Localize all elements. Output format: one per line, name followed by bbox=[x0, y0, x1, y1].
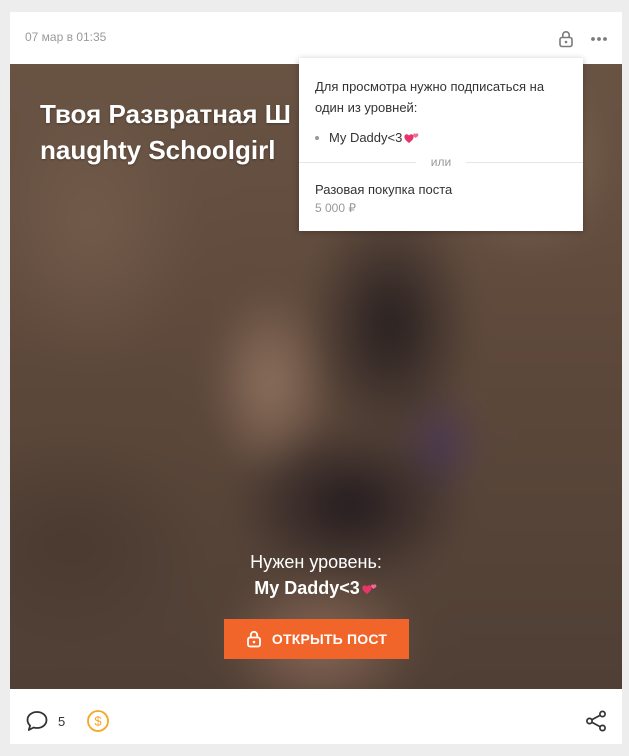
popup-message: Для просмотра нужно подписаться на один … bbox=[315, 79, 545, 115]
svg-text:$: $ bbox=[94, 714, 102, 729]
subscription-popup: Для просмотра нужно подписаться на один … bbox=[299, 58, 583, 231]
lock-icon bbox=[246, 630, 261, 648]
popup-level-label: My Daddy<3 bbox=[329, 130, 403, 145]
required-level: My Daddy<3 bbox=[10, 578, 622, 599]
comment-icon[interactable] bbox=[24, 709, 50, 733]
post-header: 07 мар в 01:35 bbox=[10, 12, 622, 64]
two-hearts-icon bbox=[404, 131, 420, 145]
comments-count: 5 bbox=[58, 714, 66, 729]
two-hearts-icon bbox=[362, 580, 378, 594]
need-level-label: Нужен уровень: bbox=[250, 552, 382, 572]
share-icon[interactable] bbox=[584, 709, 608, 733]
post-date: 07 мар в 01:35 bbox=[25, 30, 107, 44]
more-options-icon[interactable] bbox=[588, 29, 610, 49]
open-post-label: ОТКРЫТЬ ПОСТ bbox=[271, 631, 388, 647]
one-time-purchase-link[interactable]: Разовая покупка поста bbox=[315, 182, 452, 197]
coin-donate-icon[interactable]: $ bbox=[86, 709, 110, 733]
bullet-icon bbox=[315, 135, 319, 140]
popup-level-item[interactable]: My Daddy<3 bbox=[315, 130, 420, 145]
lock-icon[interactable] bbox=[556, 29, 576, 49]
one-time-purchase-price: 5 000 ₽ bbox=[315, 201, 356, 215]
post-footer: 5 $ bbox=[10, 689, 622, 744]
required-level-name: My Daddy<3 bbox=[254, 578, 360, 598]
popup-or-label: или bbox=[416, 155, 466, 169]
open-post-button[interactable]: ОТКРЫТЬ ПОСТ bbox=[224, 619, 409, 659]
